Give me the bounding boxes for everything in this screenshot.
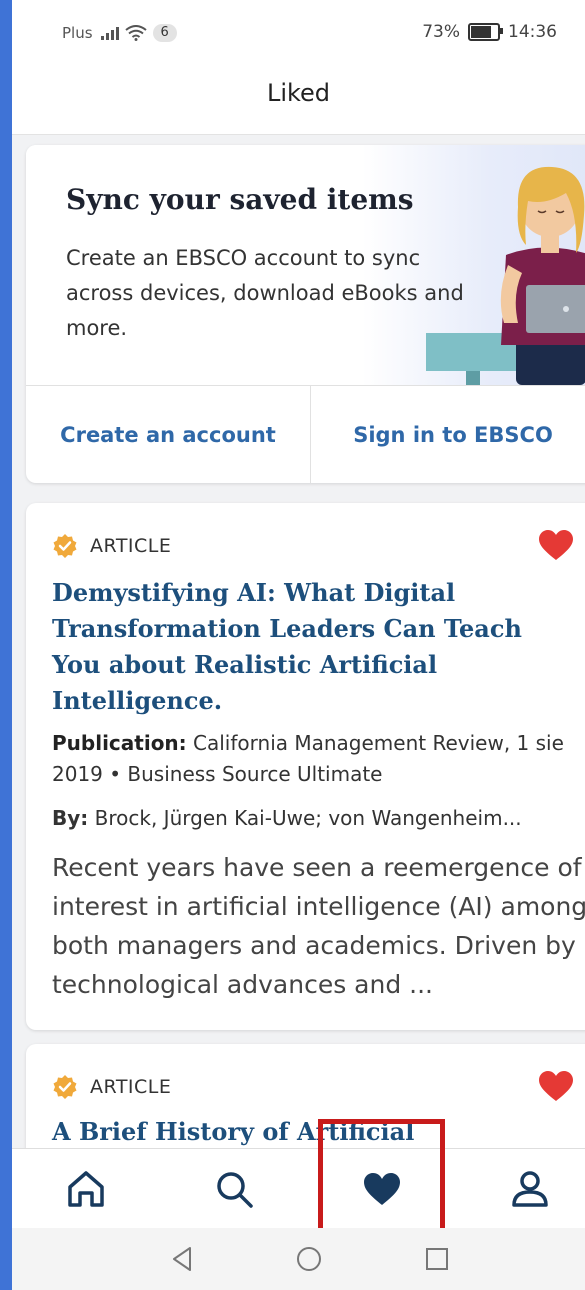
article-title-link[interactable]: A Brief History of Artificial xyxy=(52,1114,562,1150)
back-icon[interactable] xyxy=(168,1244,198,1274)
clock: 14:36 xyxy=(508,22,557,42)
authors-value: Brock, Jürgen Kai-Uwe; von Wangenheim... xyxy=(94,806,522,830)
heart-icon[interactable] xyxy=(538,1070,574,1102)
battery-percent: 73% xyxy=(422,22,460,42)
page-title: Liked xyxy=(266,79,331,107)
person-laptop-illustration xyxy=(426,166,585,385)
article-publication: Publication: California Management Revie… xyxy=(52,728,572,790)
article-abstract: Recent years have seen a reemergence of … xyxy=(52,853,585,999)
status-left: Plus 6 xyxy=(62,24,177,42)
heart-icon[interactable] xyxy=(538,529,574,561)
carrier-label: Plus xyxy=(62,24,93,42)
status-right: 73% 14:36 xyxy=(422,22,557,42)
article-type-row: ARTICLE xyxy=(52,533,171,559)
highlight-box xyxy=(318,1119,445,1234)
article-card[interactable]: ARTICLE Demystifying AI: What Digital Tr… xyxy=(26,503,585,1030)
search-icon[interactable] xyxy=(212,1167,256,1211)
sync-card: Sync your saved items Create an EBSCO ac… xyxy=(26,145,585,483)
article-type-label: ARTICLE xyxy=(90,535,172,557)
home-circle-icon[interactable] xyxy=(294,1244,324,1274)
recent-apps-icon[interactable] xyxy=(422,1244,452,1274)
publication-label: Publication: xyxy=(52,731,187,755)
article-authors: By: Brock, Jürgen Kai-Uwe; von Wangenhei… xyxy=(52,803,582,834)
system-nav-bar xyxy=(12,1228,585,1290)
page-header: Liked xyxy=(12,62,585,135)
sync-actions: Create an account Sign in to EBSCO xyxy=(26,385,585,483)
home-icon[interactable] xyxy=(64,1167,108,1211)
article-type-row: ARTICLE xyxy=(52,1074,171,1100)
sign-in-button[interactable]: Sign in to EBSCO xyxy=(311,386,585,483)
create-account-button[interactable]: Create an account xyxy=(26,386,311,483)
bottom-nav xyxy=(12,1148,585,1229)
verified-badge-icon xyxy=(53,534,77,558)
account-icon[interactable] xyxy=(508,1167,552,1211)
sync-card-banner: Sync your saved items Create an EBSCO ac… xyxy=(26,145,585,385)
article-card[interactable]: ARTICLE A Brief History of Artificial xyxy=(26,1044,585,1164)
wifi-icon xyxy=(124,25,147,41)
sync-title: Sync your saved items xyxy=(66,183,414,216)
signal-icon xyxy=(100,26,119,40)
article-title-link[interactable]: Demystifying AI: What Digital Transforma… xyxy=(52,575,562,719)
status-bar: Plus 6 73% 14:36 xyxy=(12,0,585,62)
phone-screen: Plus 6 73% 14:36 Liked Sync your saved i… xyxy=(12,0,585,1290)
authors-label: By: xyxy=(52,806,89,830)
battery-icon xyxy=(468,23,503,41)
verified-badge-icon xyxy=(53,1075,77,1099)
article-type-label: ARTICLE xyxy=(90,1076,172,1098)
notification-badge: 6 xyxy=(152,24,177,42)
